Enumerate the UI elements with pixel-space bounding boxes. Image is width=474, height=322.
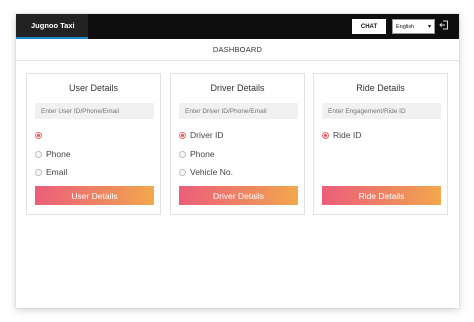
- card-title: Driver Details: [210, 83, 265, 93]
- radio-button-checked[interactable]: [179, 131, 186, 139]
- radio-option[interactable]: [35, 129, 46, 141]
- top-navbar: Jugnoo Taxi CHAT English ▾: [16, 14, 459, 39]
- card-title: Ride Details: [356, 83, 405, 93]
- language-value: English: [396, 23, 415, 30]
- user-search-input[interactable]: [35, 103, 154, 119]
- ride-search-input[interactable]: [322, 103, 441, 119]
- radio-label: Vehicle No.: [190, 167, 233, 177]
- radio-button[interactable]: [179, 150, 186, 158]
- driver-details-card: Driver Details Driver ID Phone Vehicle N…: [170, 73, 305, 215]
- driver-search-input[interactable]: [179, 103, 298, 119]
- radio-option-vehicle-no[interactable]: Vehicle No.: [179, 166, 233, 178]
- radio-option-email[interactable]: Email: [35, 166, 67, 178]
- ride-details-button[interactable]: Ride Details: [322, 186, 441, 205]
- driver-details-button[interactable]: Driver Details: [179, 186, 298, 205]
- radio-button-checked[interactable]: [322, 131, 329, 139]
- radio-option-phone[interactable]: Phone: [179, 148, 215, 160]
- brand-label: Jugnoo Taxi: [31, 21, 75, 30]
- radio-label: Email: [46, 167, 68, 177]
- radio-label: Phone: [190, 149, 215, 159]
- page-title: DASHBOARD: [16, 39, 459, 61]
- radio-label: Ride ID: [333, 130, 362, 140]
- ride-details-card: Ride Details Ride ID Ride Details: [313, 73, 448, 215]
- user-details-button[interactable]: User Details: [35, 186, 154, 205]
- logout-icon[interactable]: [439, 20, 449, 30]
- brand-tab[interactable]: Jugnoo Taxi: [16, 14, 88, 39]
- card-title: User Details: [68, 83, 118, 93]
- radio-button[interactable]: [35, 168, 42, 176]
- radio-label: Driver ID: [190, 130, 224, 140]
- radio-label: Phone: [46, 149, 71, 159]
- radio-option-driver-id[interactable]: Driver ID: [179, 129, 224, 141]
- radio-option-phone[interactable]: Phone: [35, 148, 71, 160]
- app-window: Jugnoo Taxi CHAT English ▾ DASHBOARD Use…: [16, 14, 459, 308]
- user-details-card: User Details Phone Email User Details: [26, 73, 161, 215]
- chevron-down-icon: ▾: [427, 24, 431, 30]
- radio-button[interactable]: [35, 150, 42, 158]
- language-select[interactable]: English ▾: [392, 19, 435, 34]
- radio-option-ride-id[interactable]: Ride ID: [322, 129, 361, 141]
- chat-button[interactable]: CHAT: [352, 19, 386, 34]
- radio-button-checked[interactable]: [35, 131, 42, 139]
- radio-button[interactable]: [179, 168, 186, 176]
